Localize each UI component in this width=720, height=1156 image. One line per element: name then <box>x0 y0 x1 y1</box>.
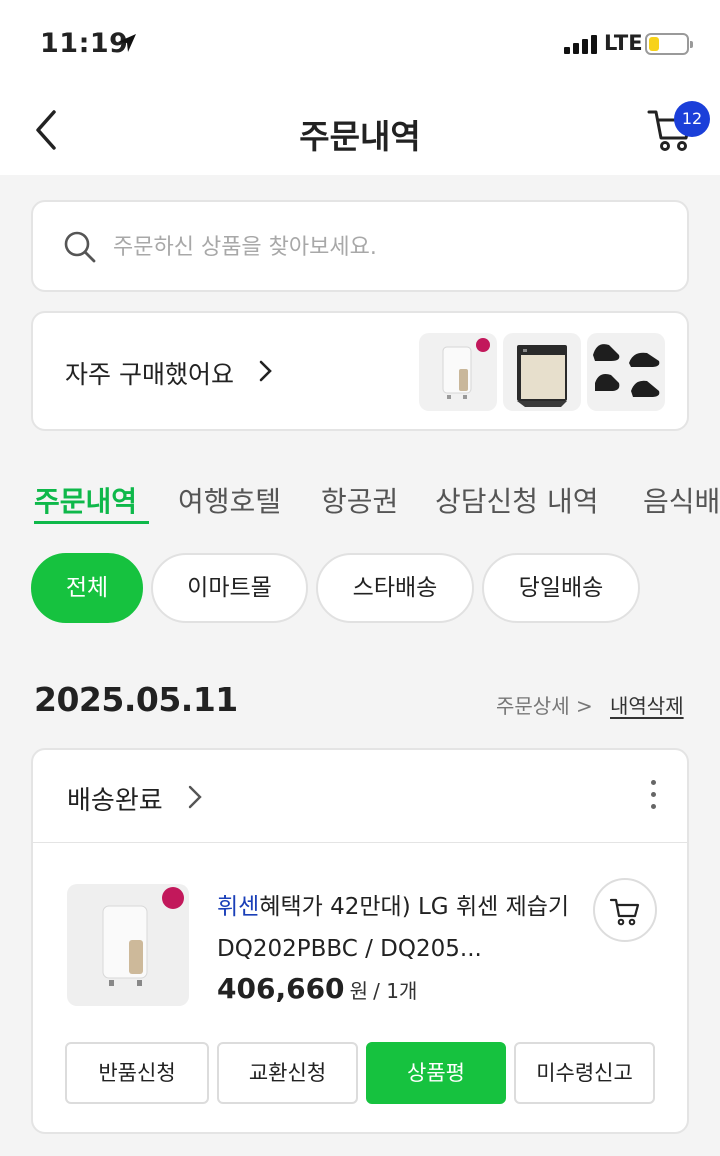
frequent-purchase-label: 자주 구매했어요 <box>65 360 234 389</box>
top-area: 11:19 LTE 주문내역 12 <box>0 0 720 175</box>
product-title: 혜택가 42만대) LG 휘센 제습기 DQ202PBBC / DQ205... <box>217 894 570 962</box>
delete-history-link[interactable]: 내역삭제 <box>610 690 684 719</box>
search-input[interactable] <box>113 227 653 267</box>
more-options-icon[interactable] <box>647 780 659 814</box>
location-arrow-icon <box>118 34 136 52</box>
frequent-item-dehumidifier[interactable] <box>419 333 497 411</box>
tab-orders[interactable]: 주문내역 <box>34 480 137 520</box>
filter-star-delivery[interactable]: 스타배송 <box>316 553 474 623</box>
product-quantity: / 1개 <box>373 979 418 1003</box>
delivery-status[interactable]: 배송완료 <box>67 780 163 817</box>
return-request-button[interactable]: 반품신청 <box>65 1042 209 1104</box>
shoes-image <box>593 344 660 397</box>
cart-icon <box>609 898 640 926</box>
tab-consultation[interactable]: 상담신청 내역 <box>435 480 598 520</box>
cart-count-badge: 12 <box>674 101 710 137</box>
exchange-request-button[interactable]: 교환신청 <box>217 1042 358 1104</box>
frequent-item-dishwasher[interactable] <box>503 333 581 411</box>
product-name[interactable]: 휘센혜택가 42만대) LG 휘센 제습기 DQ202PBBC / DQ205.… <box>217 886 577 970</box>
tab-travel-hotel[interactable]: 여행호텔 <box>178 480 281 520</box>
category-tabs: 주문내역 여행호텔 항공권 상담신청 내역 음식배 <box>0 476 720 532</box>
price-row: 406,660 원 / 1개 <box>217 972 417 1005</box>
tab-flights[interactable]: 항공권 <box>321 480 398 520</box>
dishwasher-image <box>517 345 567 407</box>
filter-same-day-delivery[interactable]: 당일배송 <box>482 553 640 623</box>
divider <box>33 842 687 843</box>
product-image[interactable] <box>67 884 189 1006</box>
price-currency: 원 <box>349 979 369 1003</box>
order-detail-link[interactable]: 주문상세 > <box>496 690 593 719</box>
dehumidifier-image <box>102 887 184 986</box>
frequent-purchase-card[interactable]: 자주 구매했어요 <box>31 311 689 431</box>
frequent-item-shoes[interactable] <box>587 333 665 411</box>
product-price: 406,660 <box>217 972 345 1005</box>
order-date: 2025.05.11 <box>34 680 238 719</box>
filter-emart-mall[interactable]: 이마트몰 <box>151 553 308 623</box>
active-tab-indicator <box>34 521 149 524</box>
product-brand: 휘센 <box>217 894 260 920</box>
nav-bar: 주문내역 12 <box>0 90 720 175</box>
filter-all[interactable]: 전체 <box>31 553 143 623</box>
signal-icon <box>564 34 597 54</box>
add-to-cart-button[interactable] <box>593 878 657 942</box>
network-type: LTE <box>604 31 643 55</box>
dehumidifier-image <box>442 338 490 399</box>
status-bar: 11:19 LTE <box>0 0 720 90</box>
page-title: 주문내역 <box>299 117 421 156</box>
chevron-right-icon <box>259 360 272 382</box>
review-button[interactable]: 상품평 <box>366 1042 506 1104</box>
battery-icon <box>645 33 693 55</box>
search-icon <box>64 231 96 263</box>
tab-food[interactable]: 음식배 <box>643 480 720 520</box>
not-received-report-button[interactable]: 미수령신고 <box>514 1042 655 1104</box>
chevron-right-icon <box>188 785 202 809</box>
order-card: 배송완료 휘센혜택가 42만대) LG 휘센 제습기 DQ202PBBC / D… <box>31 748 689 1134</box>
search-bar[interactable] <box>31 200 689 292</box>
